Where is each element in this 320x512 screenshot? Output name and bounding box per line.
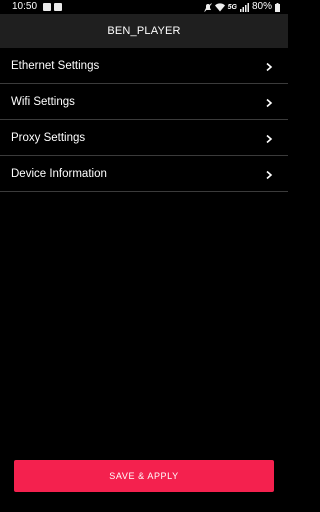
chevron-right-icon (266, 98, 273, 108)
menu-item-label: Ethernet Settings (11, 60, 100, 72)
mute-icon (203, 2, 212, 12)
app-bar: BEN_PLAYER (0, 14, 288, 48)
menu-item-label: Proxy Settings (11, 132, 86, 144)
status-bar: 10:50 5G 80% (0, 0, 288, 14)
notification-icons (43, 2, 62, 12)
status-time: 10:50 (12, 1, 38, 12)
notification-icon (43, 3, 51, 11)
save-button-label: SAVE & APPLY (109, 471, 179, 481)
battery-percentage: 80% (251, 1, 272, 12)
menu-item-wifi-settings[interactable]: Wifi Settings (0, 84, 288, 120)
menu-item-ethernet-settings[interactable]: Ethernet Settings (0, 48, 288, 84)
app-title: BEN_PLAYER (107, 25, 181, 37)
settings-menu: Ethernet Settings Wifi Settings Proxy Se… (0, 48, 288, 192)
chevron-right-icon (266, 170, 273, 180)
gallery-icon (54, 3, 62, 11)
menu-item-device-information[interactable]: Device Information (0, 156, 288, 192)
menu-item-label: Wifi Settings (11, 96, 75, 108)
menu-item-proxy-settings[interactable]: Proxy Settings (0, 120, 288, 156)
chevron-right-icon (266, 134, 273, 144)
chevron-right-icon (266, 62, 273, 72)
wifi-icon (214, 2, 225, 11)
network-type-label: 5G (227, 3, 237, 11)
signal-icon (239, 2, 249, 12)
status-right-icons: 5G 80% (203, 1, 280, 13)
battery-icon (275, 2, 280, 12)
menu-item-label: Device Information (11, 168, 107, 180)
save-and-apply-button[interactable]: SAVE & APPLY (14, 460, 274, 492)
